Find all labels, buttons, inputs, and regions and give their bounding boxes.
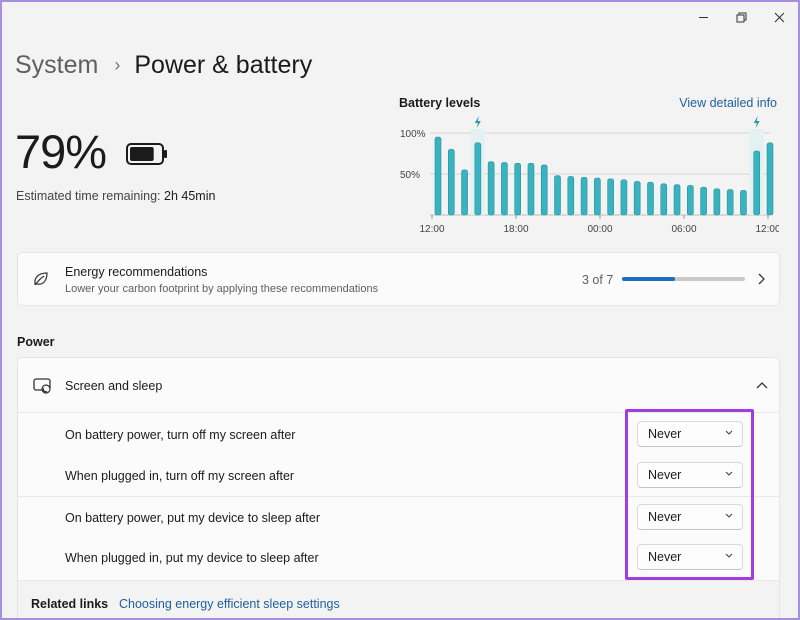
setting-row: On battery power, put my device to sleep… xyxy=(18,496,779,537)
breadcrumb-separator: › xyxy=(114,55,121,75)
energy-subtitle: Lower your carbon footprint by applying … xyxy=(65,283,379,295)
battery-levels-chart: 100% 50% 12:00 18:00 00:00 06:00 12:00 xyxy=(400,116,779,235)
battery-bar xyxy=(633,181,641,216)
battery-bar xyxy=(501,162,508,216)
battery-bar xyxy=(487,161,495,216)
battery-bar xyxy=(673,184,681,216)
dropdown-value: Never xyxy=(648,510,682,524)
battery-bar xyxy=(753,150,761,216)
estimate-label: Estimated time remaining: xyxy=(16,189,161,203)
screen-sleep-icon xyxy=(33,378,51,394)
screen-and-sleep-group: Screen and sleep On battery power, turn … xyxy=(17,357,780,618)
energy-title: Energy recommendations xyxy=(65,265,208,279)
breadcrumb: System › Power & battery xyxy=(15,48,312,82)
plugged-sleep-dropdown[interactable]: Never xyxy=(637,544,743,570)
x-tick-label: 00:00 xyxy=(587,224,612,235)
battery-bar xyxy=(713,188,721,216)
plugged-screen-off-dropdown[interactable]: Never xyxy=(637,462,743,488)
setting-label: When plugged in, turn off my screen afte… xyxy=(65,469,295,483)
battery-bar xyxy=(607,178,614,216)
battery-bar xyxy=(474,142,482,216)
x-tick-label: 12:00 xyxy=(755,224,779,235)
estimate-value: 2h 45min xyxy=(164,189,216,203)
battery-bar xyxy=(567,176,575,216)
y-tick-label: 50% xyxy=(400,170,420,181)
leaf-icon xyxy=(34,272,48,286)
related-links-heading: Related links xyxy=(31,597,109,611)
battery-bar xyxy=(726,189,734,216)
minimize-icon xyxy=(698,16,708,18)
battery-bar xyxy=(660,183,668,216)
setting-row: On battery power, turn off my screen aft… xyxy=(18,414,779,455)
energy-recommendations-card[interactable]: Energy recommendations Lower your carbon… xyxy=(17,252,780,306)
setting-row: When plugged in, turn off my screen afte… xyxy=(18,455,779,496)
close-icon xyxy=(774,12,784,22)
battery-bar xyxy=(527,163,535,216)
chevron-down-icon xyxy=(725,553,733,558)
close-button[interactable] xyxy=(760,2,798,32)
battery-bar xyxy=(740,190,747,216)
battery-bar xyxy=(461,169,468,216)
setting-label: When plugged in, put my device to sleep … xyxy=(65,551,319,565)
battery-icon xyxy=(126,143,167,165)
recommendation-count: 3 of 7 xyxy=(582,273,614,287)
chevron-down-icon xyxy=(725,471,733,476)
power-section-label: Power xyxy=(17,335,55,349)
charging-bolt-icon xyxy=(474,116,481,128)
recommendation-progress xyxy=(622,277,745,281)
dropdown-value: Never xyxy=(648,468,682,482)
chevron-up-icon[interactable] xyxy=(756,381,768,389)
minimize-button[interactable] xyxy=(684,2,722,32)
settings-window: System › Power & battery 79% Estimated t… xyxy=(0,0,800,620)
battery-bar xyxy=(580,176,588,216)
estimated-time: Estimated time remaining: 2h 45min xyxy=(16,189,215,203)
battery-sleep-dropdown[interactable]: Never xyxy=(637,504,743,530)
chevron-down-icon xyxy=(725,430,733,435)
titlebar xyxy=(684,2,798,32)
chart-title: Battery levels xyxy=(399,96,481,110)
battery-screen-off-dropdown[interactable]: Never xyxy=(637,421,743,447)
battery-bar xyxy=(554,175,561,216)
x-tick-label: 18:00 xyxy=(503,224,528,235)
battery-bar xyxy=(434,136,442,216)
battery-percentage: 79% xyxy=(15,125,107,178)
energy-sleep-settings-link[interactable]: Choosing energy efficient sleep settings xyxy=(119,597,340,611)
x-tick-label: 12:00 xyxy=(419,224,444,235)
battery-bar xyxy=(766,142,774,216)
related-links: Related links Choosing energy efficient … xyxy=(18,580,779,618)
battery-bar xyxy=(620,179,628,216)
screen-and-sleep-label: Screen and sleep xyxy=(65,379,163,393)
x-tick-label: 06:00 xyxy=(671,224,696,235)
battery-bar xyxy=(700,186,707,216)
restore-icon xyxy=(736,12,746,22)
battery-bar xyxy=(594,177,601,216)
battery-bar xyxy=(540,164,548,216)
y-tick-label: 100% xyxy=(400,129,426,140)
battery-bar xyxy=(647,181,654,216)
setting-label: On battery power, turn off my screen aft… xyxy=(65,428,296,442)
charging-bolt-icon xyxy=(753,116,760,128)
battery-bar xyxy=(447,149,455,216)
progress-fill xyxy=(622,277,675,281)
battery-bar xyxy=(687,185,694,216)
chevron-right-icon xyxy=(758,273,765,285)
restore-button[interactable] xyxy=(722,2,760,32)
dropdown-value: Never xyxy=(648,550,682,564)
dropdown-value: Never xyxy=(648,427,682,441)
setting-label: On battery power, put my device to sleep… xyxy=(65,511,320,525)
screen-and-sleep-header[interactable]: Screen and sleep xyxy=(18,358,779,413)
chevron-down-icon xyxy=(725,513,733,518)
battery-bar xyxy=(514,163,521,216)
view-detailed-info-link[interactable]: View detailed info xyxy=(679,96,777,110)
breadcrumb-parent[interactable]: System xyxy=(15,48,98,82)
setting-row: When plugged in, put my device to sleep … xyxy=(18,537,779,578)
page-title: Power & battery xyxy=(134,51,313,79)
